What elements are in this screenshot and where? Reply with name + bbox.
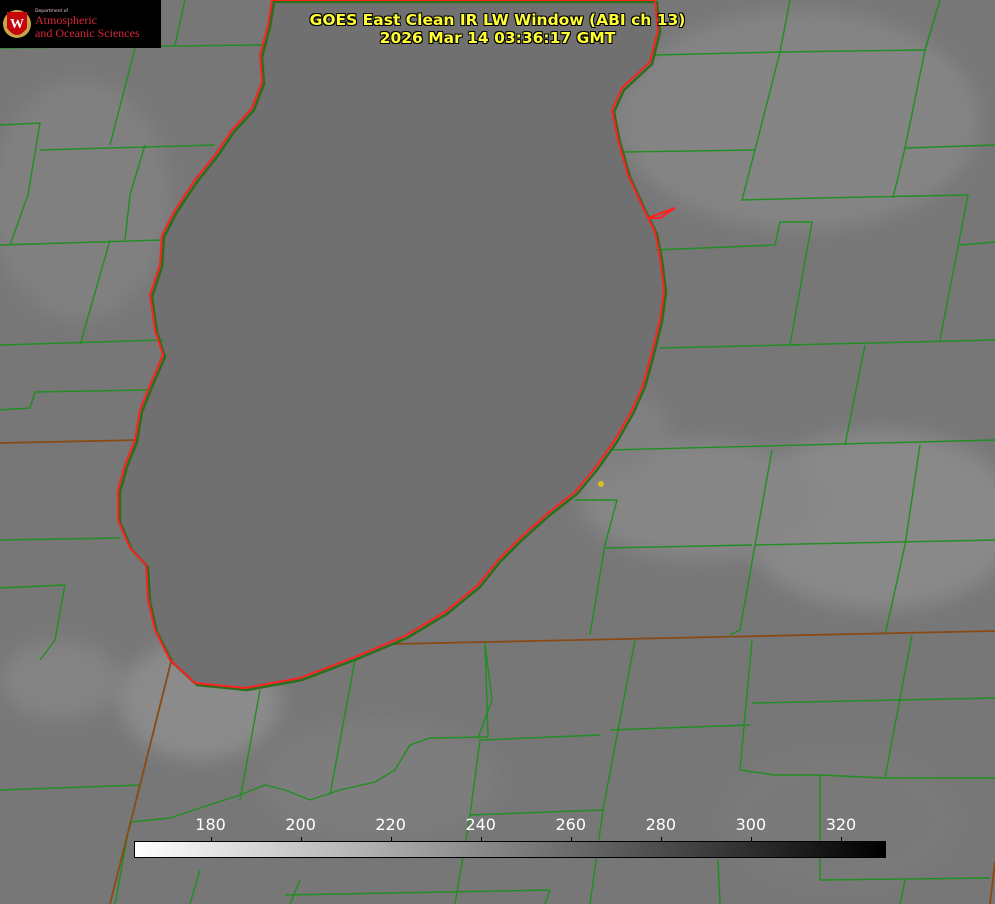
colorbar-tick-mark	[210, 837, 212, 842]
product-title: GOES East Clean IR LW Window (ABI ch 13)	[309, 11, 686, 29]
colorbar-tick-mark	[390, 837, 392, 842]
colorbar-tick-mark	[480, 837, 482, 842]
location-marker	[598, 481, 604, 487]
colorbar-tick-label: 220	[375, 815, 406, 834]
colorbar-tick-mark	[660, 837, 662, 842]
colorbar-tick-label: 260	[555, 815, 587, 834]
colorbar-tick-label: 320	[825, 815, 857, 834]
colorbar-tick-mark	[750, 837, 752, 842]
colorbar-tick-mark	[840, 837, 842, 842]
colorbar-tick-label: 180	[195, 815, 226, 834]
product-timestamp: 2026 Mar 14 03:36:17 GMT	[379, 29, 616, 47]
colorbar-tick-label: 200	[285, 815, 316, 834]
temperature-colorbar	[134, 841, 886, 858]
colorbar-tick-mark	[300, 837, 302, 842]
colorbar-tick-label: 280	[645, 815, 677, 834]
colorbar-tick-label: 240	[465, 815, 496, 834]
colorbar-tick-label: 300	[735, 815, 767, 834]
satellite-map	[0, 0, 995, 904]
colorbar-tick-mark	[570, 837, 572, 842]
